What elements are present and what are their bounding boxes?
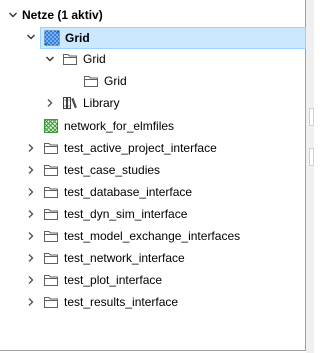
tree-item-label: test_model_exchange_interfaces xyxy=(64,229,241,243)
tree-item-grid-folder[interactable]: Grid xyxy=(0,48,306,70)
tree-item-test-model-exchange-interfaces[interactable]: test_model_exchange_interfaces xyxy=(0,225,306,247)
folder-icon xyxy=(43,184,59,200)
tree-item-label: test_database_interface xyxy=(64,185,193,199)
tree-item-test-database-interface[interactable]: test_database_interface xyxy=(0,181,306,203)
tree-item-grid-subfolder[interactable]: Grid xyxy=(0,70,306,92)
tree-item-test-dyn-sim-interface[interactable]: test_dyn_sim_interface xyxy=(0,203,306,225)
chevron-down-icon[interactable] xyxy=(8,10,18,20)
folder-icon xyxy=(62,51,78,67)
chevron-down-icon[interactable] xyxy=(26,32,36,42)
tree-item-label: test_active_project_interface xyxy=(64,141,217,155)
selection-highlight: Grid xyxy=(40,27,306,49)
chevron-right-icon[interactable] xyxy=(26,187,36,197)
chevron-right-icon[interactable] xyxy=(26,165,36,175)
tree-item-label: test_plot_interface xyxy=(64,273,163,287)
folder-icon xyxy=(83,73,99,89)
tree-item-test-case-studies[interactable]: test_case_studies xyxy=(0,159,306,181)
tree-panel: Netze (1 aktiv) Grid Grid Grid Library n… xyxy=(0,0,306,351)
tree-item-test-active-project-interface[interactable]: test_active_project_interface xyxy=(0,137,306,159)
tree-item-label: Grid xyxy=(104,74,127,88)
folder-icon xyxy=(43,272,59,288)
chevron-down-icon[interactable] xyxy=(45,54,55,64)
splitter-handle[interactable] xyxy=(309,148,314,166)
splitter-handle[interactable] xyxy=(309,108,314,126)
chevron-right-icon[interactable] xyxy=(26,209,36,219)
folder-icon xyxy=(43,250,59,266)
tree-item-network-for-elmfiles[interactable]: network_for_elmfiles xyxy=(0,115,306,137)
tree-item-label: test_network_interface xyxy=(64,251,185,265)
chevron-right-icon[interactable] xyxy=(26,253,36,263)
folder-icon xyxy=(43,294,59,310)
tree-item-label: test_results_interface xyxy=(64,295,179,309)
tree-item-test-results-interface[interactable]: test_results_interface xyxy=(0,291,306,313)
tree-item-grid-project[interactable]: Grid xyxy=(0,26,306,49)
folder-icon xyxy=(43,228,59,244)
folder-icon xyxy=(43,162,59,178)
chevron-right-icon[interactable] xyxy=(45,98,55,108)
tree-item-label: test_case_studies xyxy=(64,163,161,177)
chevron-right-icon[interactable] xyxy=(26,275,36,285)
library-icon xyxy=(62,95,78,111)
tree-item-test-network-interface[interactable]: test_network_interface xyxy=(0,247,306,269)
adjacent-panel-edge xyxy=(306,0,314,353)
folder-icon xyxy=(43,140,59,156)
tree-root-label: Netze (1 aktiv) xyxy=(22,8,103,22)
tree-item-label: network_for_elmfiles xyxy=(64,119,175,133)
tree-item-label: test_dyn_sim_interface xyxy=(64,207,188,221)
grid-network-blue-icon xyxy=(44,30,60,46)
chevron-right-icon[interactable] xyxy=(26,297,36,307)
tree-item-label: Grid xyxy=(83,52,106,66)
chevron-right-icon[interactable] xyxy=(26,231,36,241)
tree-item-label: Library xyxy=(83,96,120,110)
tree-root-netze[interactable]: Netze (1 aktiv) xyxy=(0,4,306,26)
tree-item-library[interactable]: Library xyxy=(0,92,306,114)
tree-item-label: Grid xyxy=(65,31,90,45)
chevron-right-icon[interactable] xyxy=(26,143,36,153)
tree-item-test-plot-interface[interactable]: test_plot_interface xyxy=(0,269,306,291)
folder-icon xyxy=(43,206,59,222)
grid-network-green-icon xyxy=(43,118,59,134)
